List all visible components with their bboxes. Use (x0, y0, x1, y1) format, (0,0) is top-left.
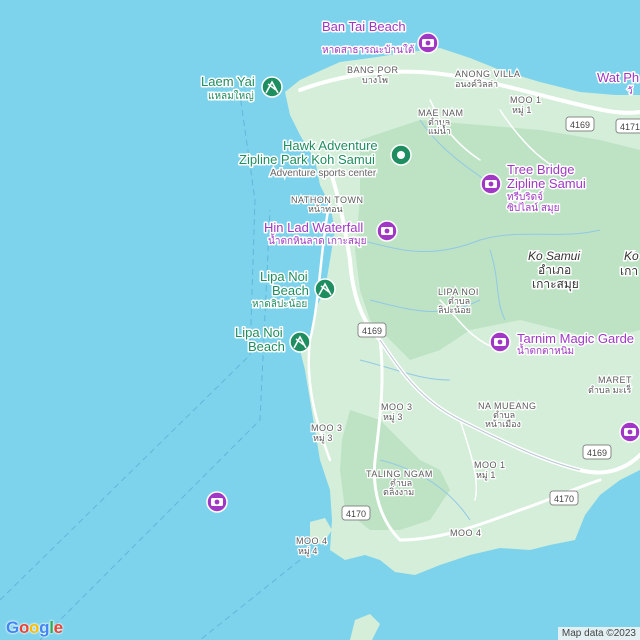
place-moo3-west-th: หมู่ 3 (313, 433, 332, 444)
place-moo3-west: MOO 3 (311, 423, 343, 433)
poi-hin-lad-name[interactable]: Hin Lad Waterfall (263, 219, 365, 237)
camera-icon-maret[interactable] (619, 421, 640, 443)
place-moo3-center: MOO 3 (381, 402, 413, 412)
district-ko-samui-th1: อำเภอ (538, 263, 571, 277)
place-bang-por-th: บางโพ (362, 75, 388, 85)
place-moo4-west: MOO 4 (296, 536, 328, 546)
camera-icon-ban-tai[interactable] (417, 32, 439, 54)
place-moo1-north-th: หมู่ 1 (512, 105, 531, 116)
place-moo3-center-th: หมู่ 3 (383, 412, 402, 423)
place-moo4-center: MOO 4 (450, 528, 482, 538)
map-canvas[interactable]: 4169 4171 4169 4169 4170 4170 BANG POR บ… (0, 0, 640, 640)
hiking-icon-laem-yai[interactable] (261, 76, 283, 98)
shield-4169-ne: 4169 (565, 116, 595, 132)
camera-icon-hin-lad[interactable] (376, 220, 398, 242)
place-moo4-west-th: หมู่ 4 (298, 546, 317, 557)
poi-laem-yai-th: แหลมใหญ่ (208, 90, 254, 102)
place-maret: MARET (598, 375, 632, 385)
shield-4170-sw: 4170 (341, 505, 371, 521)
district-ko-samui-th2: เกาะสมุย (532, 277, 579, 292)
logo-letter-g2: g (39, 618, 50, 637)
camera-icon-tree-bridge[interactable] (480, 173, 502, 195)
place-taling-ngam-th2: ตลิ่งงาม (383, 485, 414, 497)
poi-hawk-category: Adventure sports center (270, 168, 377, 179)
poi-tarnim-th: น้ำตกตาหนิม (517, 343, 574, 357)
place-ko-east-th: เกา (620, 264, 638, 278)
poi-lipa-noi-2-line2[interactable]: Beach (247, 338, 287, 356)
place-lipa-noi-th2: ลิปะน้อย (438, 305, 471, 315)
place-moo1-north: MOO 1 (510, 95, 542, 105)
place-anong-villa-th: อนงค์วิลล่า (455, 78, 498, 89)
logo-letter-o2: o (29, 618, 40, 637)
place-moo1-south: MOO 1 (474, 460, 506, 470)
map-attribution[interactable]: Map data ©2023 (557, 627, 640, 640)
poi-tarnim-name[interactable]: Tarnim Magic Garde (516, 330, 636, 348)
svg-text:4171: 4171 (620, 122, 640, 132)
poi-lipa-noi-2-line1[interactable]: Lipa Noi (234, 324, 285, 342)
map-svg: 4169 4171 4169 4169 4170 4170 BANG POR บ… (0, 0, 640, 640)
poi-lipa-noi-1-line2[interactable]: Beach (271, 282, 311, 300)
logo-letter-g: G (6, 618, 19, 637)
poi-lipa-noi-1-th: หาดลิปะน้อย (252, 298, 307, 310)
place-anong-villa: ANONG VILLA (455, 69, 521, 79)
logo-letter-e: e (53, 618, 63, 637)
camera-icon-sea[interactable] (206, 491, 228, 513)
poi-ban-tai-beach-th: หาดสาธารณะบ้านใต้ (322, 44, 414, 56)
poi-lipa-noi-1-line1[interactable]: Lipa Noi (259, 268, 310, 286)
poi-tree-bridge-line2[interactable]: Zipline Samui (506, 175, 588, 193)
shield-4170-se: 4170 (549, 490, 579, 506)
google-logo[interactable]: Google (6, 618, 63, 638)
place-maret-th: ตำบล มะเร็ (588, 383, 631, 395)
district-ko-samui: Ko Samui (528, 249, 580, 263)
shield-4169-center: 4169 (357, 322, 387, 338)
shield-4171: 4171 (615, 118, 640, 134)
place-bang-por: BANG POR (347, 65, 399, 75)
place-moo1-south-th: หมู่ 1 (476, 470, 495, 481)
svg-text:4170: 4170 (554, 494, 574, 504)
hiking-icon-lipa-noi-2[interactable] (289, 331, 311, 353)
place-mae-nam-th2: แม่น้ำ (428, 124, 451, 136)
poi-tree-bridge-line1[interactable]: Tree Bridge (506, 161, 576, 179)
poi-tree-bridge-th1: ทรีบริดจ์ (507, 191, 543, 203)
poi-hawk-line2[interactable]: Zipline Park Koh Samui (238, 151, 377, 169)
place-na-mueang-th2: หน้าเมือง (485, 419, 521, 429)
poi-hin-lad-th: น้ำตกหินลาด เกาะสมุย (268, 233, 366, 247)
poi-laem-yai-name[interactable]: Laem Yai (200, 73, 257, 91)
poi-wat-ph-th: วั (627, 86, 633, 97)
place-nathon-th: หน้าทอน (308, 204, 343, 214)
logo-letter-o1: o (18, 618, 30, 637)
place-ko-east: Ko (624, 249, 639, 263)
pin-icon-hawk[interactable] (390, 144, 412, 166)
poi-ban-tai-beach-name[interactable]: Ban Tai Beach (321, 18, 408, 36)
svg-text:4170: 4170 (346, 509, 366, 519)
camera-icon-tarnim[interactable] (489, 331, 511, 353)
poi-hawk-line1[interactable]: Hawk Adventure (282, 137, 380, 155)
poi-tree-bridge-th2: ซิปไลน์ สมุย (507, 202, 559, 214)
svg-text:4169: 4169 (570, 120, 590, 130)
hiking-icon-lipa-noi-1[interactable] (314, 278, 336, 300)
svg-text:4169: 4169 (362, 326, 382, 336)
shield-4169-se: 4169 (582, 444, 612, 460)
svg-text:4169: 4169 (587, 448, 607, 458)
poi-wat-ph-name[interactable]: Wat Ph (596, 69, 640, 87)
